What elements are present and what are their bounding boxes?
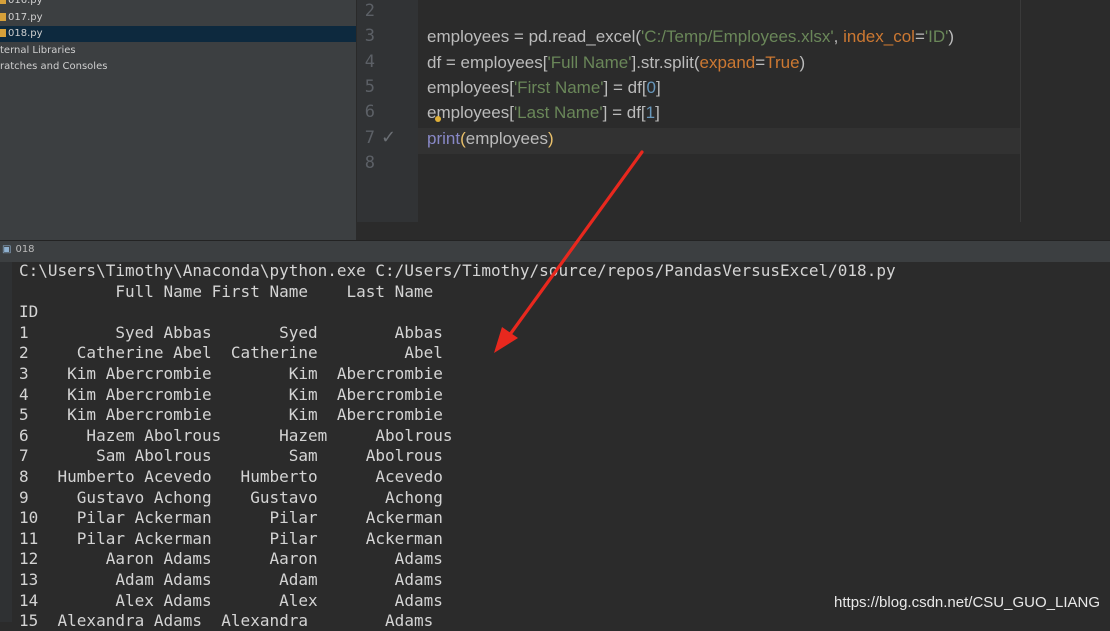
code-token: 'ID'	[924, 27, 949, 47]
console-line: 5 Kim Abercrombie Kim Abercrombie	[19, 405, 443, 425]
code-token: employees[	[427, 77, 514, 97]
line-number: 3	[364, 26, 375, 47]
tree-item-label: 018.py	[8, 28, 43, 39]
line-number: 5	[364, 76, 375, 97]
line-number: 4	[364, 51, 375, 72]
python-run-icon: ▣	[2, 244, 12, 255]
console-line: 3 Kim Abercrombie Kim Abercrombie	[19, 364, 443, 383]
console-line: 14 Alex Adams Alex Adams	[19, 590, 443, 610]
tree-item[interactable]: 016.py	[0, 0, 356, 9]
run-tab[interactable]: ▣ 018	[2, 244, 35, 255]
code-token: 'C:/Temp/Employees.xlsx'	[641, 27, 834, 47]
console-gutter	[0, 262, 12, 622]
tree-item[interactable]: ternal Libraries	[0, 43, 356, 59]
check-icon: ✓	[381, 126, 397, 148]
code-token: print	[427, 128, 461, 148]
line-number: 2	[364, 1, 375, 21]
right-margin-guide	[1020, 0, 1021, 222]
console-line: 13 Adam Adams Adam Adams	[19, 570, 443, 589]
editor-gutter: 2 3 4 5 6 7 ✓ 8	[356, 0, 419, 240]
code-token: ] = df[	[603, 77, 647, 97]
console-line: 11 Pilar Ackerman Pilar Ackerman	[19, 528, 443, 548]
tree-item[interactable]: ratches and Consoles	[0, 59, 356, 75]
code-token: employees = pd.read_excel(	[427, 27, 642, 47]
console-line: ID	[19, 302, 39, 322]
python-file-icon	[0, 12, 6, 21]
tree-item[interactable]: 017.py	[0, 10, 356, 26]
console-line: 10 Pilar Ackerman Pilar Ackerman	[19, 508, 443, 528]
console-line: 12 Aaron Adams Aaron Adams	[19, 549, 443, 569]
code-line[interactable]: employees['First Name'] = df[0]	[427, 76, 661, 100]
code-token: 'Full Name'	[547, 52, 632, 72]
tree-item[interactable]: 018.py	[0, 26, 356, 42]
code-token: )	[948, 27, 955, 47]
console-line: 4 Kim Abercrombie Kim Abercrombie	[19, 384, 443, 404]
run-tab-label: 018	[15, 244, 35, 255]
code-token: ]	[656, 77, 661, 97]
code-token: employees	[465, 128, 548, 148]
editor-bottom-area	[356, 222, 1110, 240]
tree-item-label: 016.py	[8, 0, 43, 6]
code-token: index_col	[843, 27, 915, 47]
line-number: 8	[364, 152, 375, 173]
code-line[interactable]: employees = pd.read_excel('C:/Temp/Emplo…	[427, 25, 954, 49]
code-token: =	[914, 27, 925, 47]
code-token: ].str.split(	[631, 52, 700, 72]
code-token: )	[799, 52, 806, 72]
console-line: C:\Users\Timothy\Anaconda\python.exe C:/…	[19, 261, 896, 280]
code-line[interactable]: employees['Last Name'] = df[1]	[427, 101, 660, 125]
line-number: 7	[364, 127, 375, 148]
code-token: expand	[699, 52, 756, 72]
console-line: Full Name First Name Last Name	[19, 281, 434, 301]
console-line: 2 Catherine Abel Catherine Abel	[19, 343, 443, 363]
code-token: =	[755, 52, 766, 72]
line-number: 6	[364, 102, 375, 123]
console-line: 7 Sam Abolrous Sam Abolrous	[19, 446, 443, 466]
code-token: ]	[655, 103, 660, 123]
code-line[interactable]: df = employees['Full Name'].str.split(ex…	[427, 51, 805, 75]
code-token: 'First Name'	[513, 77, 604, 97]
code-token: ] = df[	[602, 103, 646, 123]
code-token: df = employees[	[427, 52, 548, 72]
project-tree: 016.py 017.py 018.py ternal Libraries ratche…	[0, 0, 356, 240]
code-token: True	[765, 52, 800, 72]
console-line: 15 Alexandra Adams Alexandra Adams	[19, 611, 434, 631]
watermark: https://blog.csdn.net/CSU_GUO_LIANG	[834, 594, 1100, 611]
python-file-icon	[0, 0, 6, 4]
tree-item-label: ratches and Consoles	[0, 61, 108, 72]
code-token: ,	[833, 27, 844, 47]
code-token: )	[547, 128, 554, 148]
tree-item-label: ternal Libraries	[0, 44, 76, 56]
code-line[interactable]: print(employees)	[427, 127, 554, 151]
console-line: 6 Hazem Abolrous Hazem Abolrous	[19, 425, 453, 445]
python-file-icon	[0, 29, 6, 37]
tree-item-label: 017.py	[8, 11, 43, 23]
code-token: 1	[645, 103, 656, 123]
console-line: 1 Syed Abbas Syed Abbas	[19, 322, 443, 342]
intention-bulb-icon[interactable]	[435, 116, 441, 122]
code-token: 0	[646, 77, 657, 97]
console-line: 9 Gustavo Achong Gustavo Achong	[19, 487, 443, 507]
code-token: 'Last Name'	[513, 103, 603, 123]
console-line: 8 Humberto Acevedo Humberto Acevedo	[19, 467, 443, 486]
